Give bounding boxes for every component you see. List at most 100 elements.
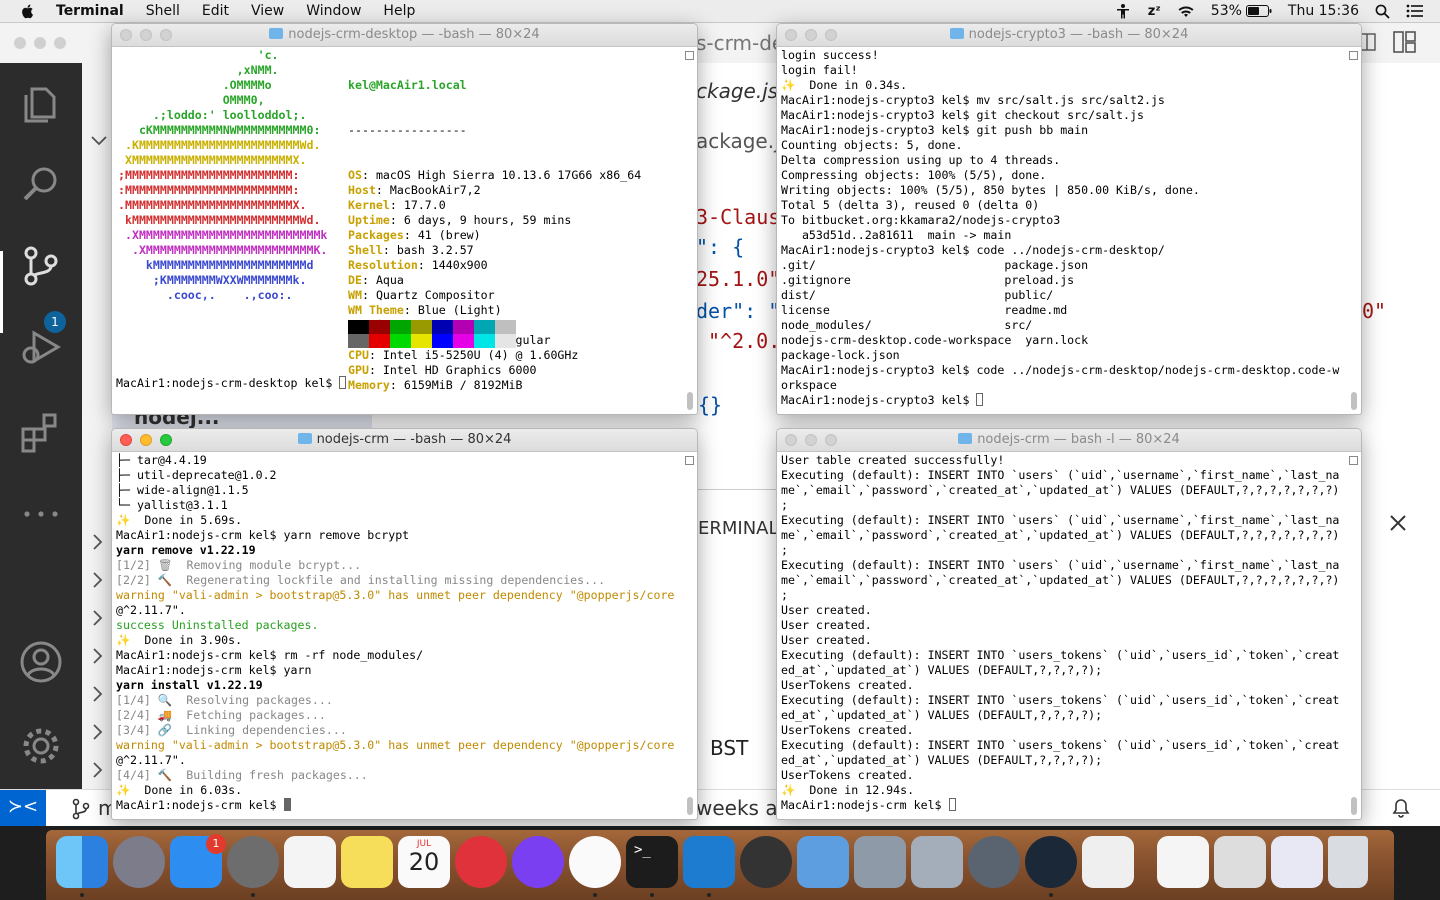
window-controls[interactable] <box>120 29 172 41</box>
branch-icon[interactable] <box>70 798 92 820</box>
database-icon[interactable] <box>854 836 906 888</box>
scroll-split-button[interactable] <box>685 456 694 465</box>
close-button[interactable] <box>785 434 797 446</box>
search-icon[interactable] <box>18 161 64 207</box>
firefox-icon[interactable] <box>512 836 564 888</box>
sleep-icon[interactable]: zᶻ <box>1148 4 1161 19</box>
chevron-right-icon[interactable] <box>92 609 104 627</box>
terminal-output[interactable]: User table created successfully! Executin… <box>781 453 1343 815</box>
window-controls[interactable] <box>120 434 172 446</box>
chevron-right-icon[interactable] <box>92 647 104 665</box>
trash-icon[interactable] <box>1328 836 1368 888</box>
minimize-button[interactable] <box>140 29 152 41</box>
authy-icon[interactable] <box>455 836 507 888</box>
window-titlebar[interactable]: nodejs-crypto3 — -bash — 80×24 <box>777 24 1361 47</box>
clock[interactable]: Thu 15:36 <box>1288 3 1359 19</box>
window-titlebar[interactable]: nodejs-crm-desktop — -bash — 80×24 <box>112 24 697 47</box>
spotlight-icon[interactable] <box>1375 4 1390 19</box>
textedit-icon[interactable] <box>1082 836 1134 888</box>
wifi-icon[interactable] <box>1177 4 1195 18</box>
terminal-window-seed[interactable]: nodejs-crm — bash -l — 80×24 User table … <box>776 428 1362 820</box>
menu-edit[interactable]: Edit <box>202 0 229 22</box>
vscode-window-controls[interactable] <box>14 37 66 49</box>
terminal-window-yarn[interactable]: nodejs-crm — -bash — 80×24 ├─ tar@4.4.19… <box>111 428 698 820</box>
window-titlebar[interactable]: nodejs-crm — -bash — 80×24 <box>112 429 697 452</box>
zoom-button[interactable] <box>825 434 837 446</box>
output-line: MacAir1:nodejs-crypto3 kel$ code ../node… <box>781 363 1340 377</box>
more-icon[interactable] <box>18 491 64 537</box>
chevron-right-icon[interactable] <box>92 761 104 779</box>
menu-window[interactable]: Window <box>306 0 361 22</box>
menu-shell[interactable]: Shell <box>146 0 180 22</box>
notes-icon[interactable] <box>341 836 393 888</box>
terminal-window-crypto[interactable]: nodejs-crypto3 — -bash — 80×24 login suc… <box>776 23 1362 415</box>
system-preferences-icon[interactable] <box>227 836 279 888</box>
battery-icon[interactable] <box>1245 5 1272 17</box>
editor-breadcrumb-fragment[interactable]: ackage.j <box>696 129 780 153</box>
scrollbar[interactable] <box>1351 797 1357 815</box>
steam-icon[interactable] <box>1025 836 1077 888</box>
scrollbar[interactable] <box>687 797 693 815</box>
accessibility-icon[interactable] <box>1114 3 1132 19</box>
minimize-button[interactable] <box>140 434 152 446</box>
menu-view[interactable]: View <box>251 0 284 22</box>
rocket-icon[interactable] <box>968 836 1020 888</box>
zip-archive-icon[interactable] <box>1157 836 1209 888</box>
reminders-icon[interactable] <box>284 836 336 888</box>
scrollbar[interactable] <box>1351 392 1357 410</box>
accounts-icon[interactable] <box>18 639 64 685</box>
window-titlebar[interactable]: nodejs-crm — bash -l — 80×24 <box>777 429 1361 452</box>
menu-app-name[interactable]: Terminal <box>56 0 124 22</box>
close-button[interactable] <box>120 434 132 446</box>
manage-gear-icon[interactable] <box>18 723 64 769</box>
chevron-right-icon[interactable] <box>92 723 104 741</box>
extensions-icon[interactable] <box>18 409 64 455</box>
scroll-split-button[interactable] <box>1349 51 1358 60</box>
explorer-icon[interactable] <box>18 79 64 125</box>
scrollbar[interactable] <box>687 392 693 410</box>
close-button[interactable] <box>785 29 797 41</box>
scroll-split-button[interactable] <box>685 51 694 60</box>
close-panel-icon[interactable] <box>1388 513 1408 533</box>
source-control-icon[interactable] <box>18 243 64 289</box>
vscode-icon[interactable] <box>683 836 735 888</box>
notification-center-icon[interactable] <box>1406 4 1424 18</box>
chevron-down-icon[interactable] <box>90 135 108 147</box>
window-controls[interactable] <box>785 29 837 41</box>
calendar-icon[interactable]: JUL 20 <box>398 836 450 888</box>
remote-indicator-icon[interactable]: ≻< <box>0 790 46 826</box>
palette-swatch <box>474 334 495 348</box>
layout-icon[interactable] <box>1392 30 1418 54</box>
chevron-right-icon[interactable] <box>92 533 104 551</box>
terminal-window-neofetch[interactable]: nodejs-crm-desktop — -bash — 80×24 'c. ,… <box>111 23 698 415</box>
prompt-line[interactable]: MacAir1:nodejs-crm-desktop kel$ <box>116 376 347 390</box>
photo-thumbnail-icon[interactable] <box>1214 836 1266 888</box>
editor-tab-fragment[interactable]: ckage.js <box>696 79 778 103</box>
terminal-output[interactable]: login success! login fail! ✨ Done in 0.34s… <box>781 48 1343 410</box>
launchpad-icon[interactable] <box>113 836 165 888</box>
close-button[interactable] <box>120 29 132 41</box>
run-debug-icon[interactable] <box>18 325 64 371</box>
menu-help[interactable]: Help <box>383 0 415 22</box>
window-controls[interactable] <box>785 434 837 446</box>
notifications-bell-icon[interactable] <box>1390 796 1412 820</box>
zoom-button[interactable] <box>160 434 172 446</box>
atom-icon[interactable] <box>740 836 792 888</box>
chevron-right-icon[interactable] <box>92 685 104 703</box>
apple-menu-icon[interactable] <box>20 3 36 19</box>
zoom-button[interactable] <box>825 29 837 41</box>
directory-utility-icon[interactable] <box>911 836 963 888</box>
finder-icon[interactable] <box>56 836 108 888</box>
battery-percent[interactable]: 53% <box>1211 3 1242 19</box>
zoom-button[interactable] <box>160 29 172 41</box>
scroll-split-button[interactable] <box>1349 456 1358 465</box>
network-utility-icon[interactable] <box>797 836 849 888</box>
chevron-right-icon[interactable] <box>92 571 104 589</box>
terminal-icon[interactable]: >_ <box>626 836 678 888</box>
terminal-output[interactable]: ├─ tar@4.4.19 ├─ util-deprecate@1.0.2 ├─ w… <box>116 453 679 815</box>
chrome-icon[interactable] <box>569 836 621 888</box>
minimize-button[interactable] <box>805 29 817 41</box>
screenshot-thumbnail-icon[interactable] <box>1271 836 1323 888</box>
minimize-button[interactable] <box>805 434 817 446</box>
terminal-panel-tab[interactable]: ERMINAL <box>698 518 779 539</box>
